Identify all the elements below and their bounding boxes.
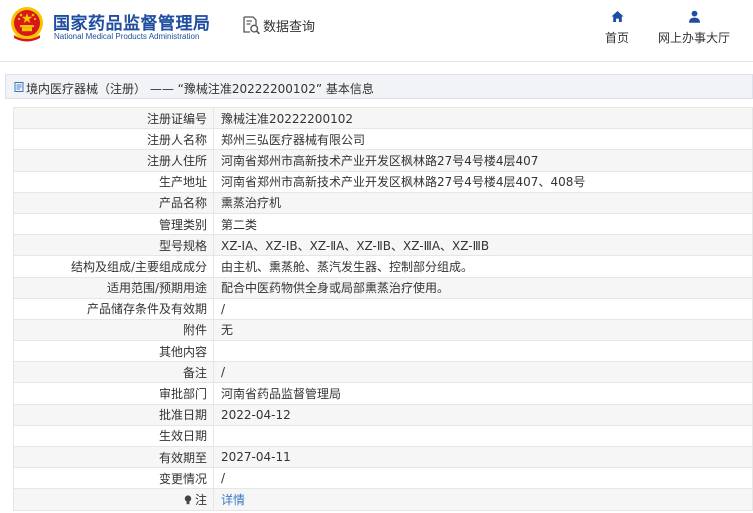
record-title-bar: 境内医疗器械（注册） —— “豫械注准20222200102” 基本信息 xyxy=(5,74,753,99)
note-value-cell: 详情 xyxy=(213,488,753,511)
field-value: 第二类 xyxy=(213,212,753,236)
document-search-icon xyxy=(243,16,260,35)
table-row: 注册人名称 郑州三弘医疗器械有限公司 xyxy=(13,128,753,151)
field-label: 产品名称 xyxy=(13,191,214,214)
national-emblem-icon xyxy=(11,7,43,42)
table-row: 其他内容 xyxy=(13,340,753,363)
user-icon xyxy=(688,10,700,23)
table-row: 产品储存条件及有效期 / xyxy=(13,297,753,320)
table-row: 结构及组成/主要组成成分 由主机、熏蒸舱、蒸汽发生器、控制部分组成。 xyxy=(13,255,753,278)
note-label: 注 xyxy=(194,492,207,507)
table-row: 型号规格 XZ-ⅠA、XZ-ⅠB、XZ-ⅡA、XZ-ⅡB、XZ-ⅢA、XZ-ⅢB xyxy=(13,234,753,257)
field-label: 备注 xyxy=(13,361,214,384)
lightbulb-icon xyxy=(184,495,192,505)
table-row: 注册证编号 豫械注准20222200102 xyxy=(13,106,753,130)
table-row: 批准日期 2022-04-12 xyxy=(13,403,753,426)
field-value: 河南省郑州市高新技术产业开发区枫林路27号4号楼4层407、408号 xyxy=(213,170,753,193)
nav-online-service-hall[interactable]: 网上办事大厅 xyxy=(655,10,733,46)
field-value: 由主机、熏蒸舱、蒸汽发生器、控制部分组成。 xyxy=(213,255,753,278)
field-value: 配合中医药物供全身或局部熏蒸治疗使用。 xyxy=(213,276,753,299)
details-link[interactable]: 详情 xyxy=(221,493,245,507)
table-row: 适用范围/预期用途 配合中医药物供全身或局部熏蒸治疗使用。 xyxy=(13,276,753,299)
field-value: 河南省药品监督管理局 xyxy=(213,382,753,405)
field-value: 河南省郑州市高新技术产业开发区枫林路27号4号楼4层407 xyxy=(213,149,753,172)
field-label: 管理类别 xyxy=(13,212,214,236)
field-value: / xyxy=(213,361,753,384)
field-value: 豫械注准20222200102 xyxy=(213,106,753,130)
field-label: 生产地址 xyxy=(13,170,214,193)
field-label: 产品储存条件及有效期 xyxy=(13,297,214,320)
table-row: 审批部门 河南省药品监督管理局 xyxy=(13,382,753,405)
field-value: / xyxy=(213,297,753,320)
site-title-english: National Medical Products Administration xyxy=(54,32,200,41)
table-row: 管理类别 第二类 xyxy=(13,212,753,236)
data-query-label: 数据查询 xyxy=(263,19,316,35)
table-row: 附件无 xyxy=(13,318,753,342)
site-title: 国家药品监督管理局 xyxy=(53,14,211,34)
field-label: 注册证编号 xyxy=(13,106,214,130)
field-label: 适用范围/预期用途 xyxy=(13,276,214,299)
field-label: 结构及组成/主要组成成分 xyxy=(13,255,214,278)
table-row: 生产地址 河南省郑州市高新技术产业开发区枫林路27号4号楼4层407、408号 xyxy=(13,170,753,193)
field-value: 2022-04-12 xyxy=(213,403,753,426)
field-label: 生效日期 xyxy=(13,424,214,448)
nav-home[interactable]: 首页 xyxy=(602,10,632,46)
field-value xyxy=(213,340,753,363)
field-value: / xyxy=(213,467,753,490)
site-header: 国家药品监督管理局 National Medical Products Admi… xyxy=(0,0,753,62)
field-value: 无 xyxy=(213,318,753,342)
field-label: 注册人名称 xyxy=(13,128,214,151)
field-value: 2027-04-11 xyxy=(213,445,753,469)
registration-info-table: 注册证编号 豫械注准20222200102 注册人名称 郑州三弘医疗器械有限公司 注… xyxy=(13,106,753,511)
field-label: 有效期至 xyxy=(13,445,214,469)
field-value: 郑州三弘医疗器械有限公司 xyxy=(213,128,753,151)
table-row: 备注 / xyxy=(13,361,753,384)
table-row: 产品名称 熏蒸治疗机 xyxy=(13,191,753,214)
data-query-link[interactable]: 数据查询 xyxy=(241,15,315,35)
field-label: 注册人住所 xyxy=(13,149,214,172)
note-label-cell: 注 xyxy=(13,488,214,511)
field-label: 其他内容 xyxy=(13,340,214,363)
table-row: 有效期至 2027-04-11 xyxy=(13,445,753,469)
field-value xyxy=(213,424,753,448)
field-label: 型号规格 xyxy=(13,234,214,257)
note-row: 注 详情 xyxy=(13,488,753,511)
field-label: 审批部门 xyxy=(13,382,214,405)
nav-online-service-hall-label: 网上办事大厅 xyxy=(657,31,730,45)
field-label: 批准日期 xyxy=(13,403,214,426)
field-value: 熏蒸治疗机 xyxy=(213,191,753,214)
field-label: 附件 xyxy=(13,318,214,342)
document-icon xyxy=(14,82,24,92)
home-icon xyxy=(611,11,623,22)
nav-home-label: 首页 xyxy=(604,31,629,45)
field-label: 变更情况 xyxy=(13,467,214,490)
table-row: 注册人住所 河南省郑州市高新技术产业开发区枫林路27号4号楼4层407 xyxy=(13,149,753,172)
table-row: 变更情况 / xyxy=(13,467,753,490)
table-row: 生效日期 xyxy=(13,424,753,448)
field-value: XZ-ⅠA、XZ-ⅠB、XZ-ⅡA、XZ-ⅡB、XZ-ⅢA、XZ-ⅢB xyxy=(213,234,753,257)
page-title: 境内医疗器械（注册） —— “豫械注准20222200102” 基本信息 xyxy=(26,82,374,96)
